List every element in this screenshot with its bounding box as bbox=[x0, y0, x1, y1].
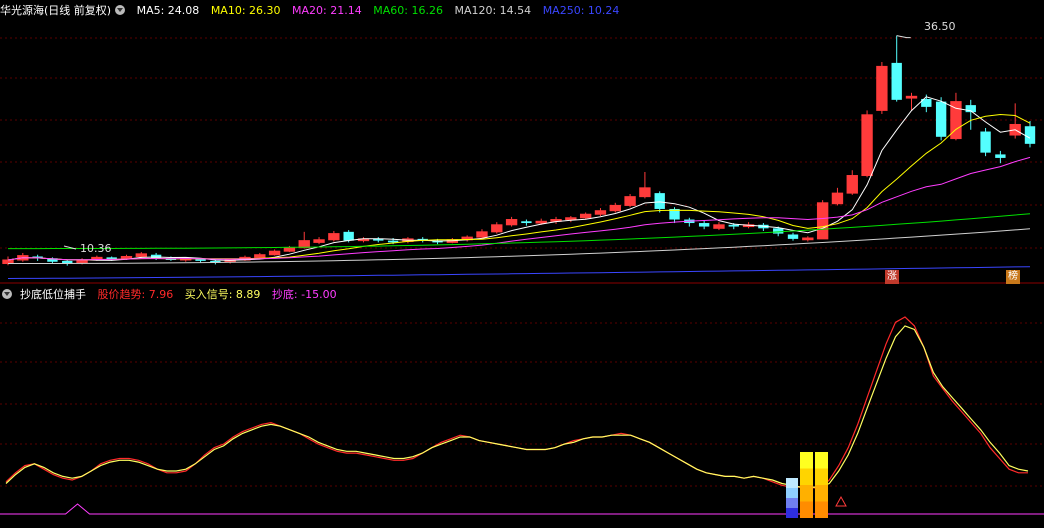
ma60-label: MA60: 16.26 bbox=[373, 4, 443, 17]
candle-body-down bbox=[195, 259, 206, 261]
ma5-line bbox=[7, 96, 1031, 261]
buy-triangle-marker bbox=[835, 495, 847, 507]
signal-bar-segment bbox=[800, 452, 813, 469]
candle-body-up-fill bbox=[624, 196, 636, 206]
signal-bar-segment bbox=[786, 488, 798, 498]
candle-body-up-fill bbox=[506, 219, 517, 225]
candle-body-up-fill bbox=[328, 233, 340, 240]
candle-body-up-fill bbox=[713, 224, 725, 229]
main-chart-header: 华光源海(日线 前复权) MA5: 24.08 MA10: 26.30 MA20… bbox=[0, 2, 627, 20]
candle-body-up-fill bbox=[476, 231, 488, 238]
signal-bar-segment bbox=[815, 468, 828, 485]
candle-body-down bbox=[728, 224, 739, 227]
candle-body-up-fill bbox=[299, 240, 310, 248]
stock-title: 华光源海(日线 前复权) bbox=[0, 4, 112, 17]
candle-body-down bbox=[1024, 126, 1036, 144]
ma250-line bbox=[7, 266, 1031, 279]
candle-body-up-fill bbox=[802, 238, 814, 240]
signal-bar-segment bbox=[786, 508, 798, 518]
signal-bar-segment bbox=[815, 485, 828, 502]
buy-signal-line bbox=[5, 325, 1029, 488]
candle-body-up-fill bbox=[2, 260, 14, 264]
signal-bar-segment bbox=[786, 478, 798, 488]
candle-body-up-fill bbox=[876, 66, 888, 111]
candle-body-up-fill bbox=[580, 214, 591, 218]
chart-canvas[interactable] bbox=[0, 0, 1044, 524]
candle-body-down bbox=[343, 231, 354, 241]
bottom-fishing-label: 抄底: -15.00 bbox=[271, 288, 337, 301]
candle-body-up-fill bbox=[861, 114, 873, 176]
ma20-label: MA20: 21.14 bbox=[292, 4, 362, 17]
ma60-line bbox=[8, 213, 1031, 250]
candle-body-up-fill bbox=[136, 253, 147, 257]
ma120-label: MA120: 14.54 bbox=[454, 4, 532, 17]
candle-body-up-fill bbox=[906, 96, 917, 99]
trend-label: 股价趋势: 7.96 bbox=[97, 288, 174, 301]
candle-body-down bbox=[980, 131, 991, 153]
stock-chart-window: 华光源海(日线 前复权) MA5: 24.08 MA10: 26.30 MA20… bbox=[0, 0, 1044, 524]
candle-body-up-fill bbox=[565, 217, 577, 220]
candle-body-up-fill bbox=[832, 193, 843, 204]
signal-bar-segment bbox=[800, 468, 813, 485]
candle-body-up-fill bbox=[639, 187, 651, 197]
high-price-annotation: 36.50 bbox=[924, 20, 956, 33]
candle-body-down bbox=[773, 228, 784, 234]
trend-line bbox=[5, 316, 1028, 490]
dropdown-icon[interactable] bbox=[2, 289, 12, 299]
candle-body-down bbox=[654, 193, 665, 209]
candle-body-down bbox=[521, 221, 532, 224]
bottom-fishing-line bbox=[0, 503, 1044, 515]
candle-body-up-fill bbox=[817, 202, 828, 239]
candle-body-up-fill bbox=[313, 239, 325, 243]
candle-body-down bbox=[891, 62, 902, 100]
candle-body-down bbox=[698, 223, 710, 227]
signal-bar-segment bbox=[800, 485, 813, 502]
low-price-annotation: 10.36 bbox=[80, 242, 112, 255]
limit-up-tag: 涨 bbox=[885, 270, 899, 284]
dropdown-icon[interactable] bbox=[115, 5, 126, 15]
ma10-label: MA10: 26.30 bbox=[210, 4, 281, 17]
candle-body-up-fill bbox=[284, 247, 295, 252]
ma10-line bbox=[7, 113, 1031, 261]
indicator-title: 抄底低位捕手 bbox=[20, 288, 86, 301]
indicator-header: 抄底低位捕手 股价趋势: 7.96 买入信号: 8.89 抄底: -15.00 bbox=[0, 286, 345, 304]
candle-body-down bbox=[995, 154, 1006, 158]
candle-body-up-fill bbox=[610, 205, 621, 211]
ranking-tag: 榜 bbox=[1006, 270, 1020, 284]
signal-bar-segment bbox=[815, 501, 828, 518]
candle-body-up-fill bbox=[595, 210, 606, 215]
candle-body-up-fill bbox=[491, 224, 502, 232]
buy-signal-label: 买入信号: 8.89 bbox=[184, 288, 261, 301]
candle-body-down bbox=[150, 254, 162, 259]
candle-body-up-fill bbox=[536, 221, 547, 224]
ma5-label: MA5: 24.08 bbox=[136, 4, 200, 17]
candle-body-up-fill bbox=[254, 254, 265, 258]
ma20-line bbox=[7, 156, 1031, 261]
ma250-label: MA250: 10.24 bbox=[542, 4, 620, 17]
high-leader bbox=[896, 35, 911, 39]
candle-body-down bbox=[935, 101, 947, 137]
candle-body-down bbox=[787, 234, 799, 239]
candle-body-up-fill bbox=[847, 175, 858, 194]
candle-body-up-fill bbox=[121, 256, 132, 259]
signal-bar-segment bbox=[786, 498, 798, 508]
signal-bar-segment bbox=[815, 452, 828, 469]
signal-bar-segment bbox=[800, 501, 813, 518]
candle-body-up-fill bbox=[269, 251, 280, 255]
